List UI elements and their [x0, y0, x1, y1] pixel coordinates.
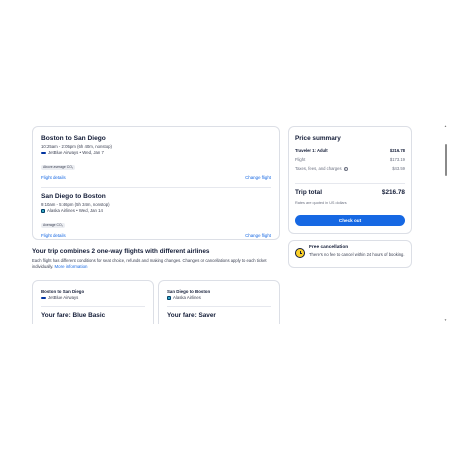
traveler-row: Traveler 1: Adult $216.78	[295, 148, 405, 153]
more-information-link[interactable]: More information	[55, 264, 88, 269]
trip-total-value: $216.78	[381, 189, 405, 196]
fare-route: San Diego to Boston	[167, 289, 211, 294]
flight-price-value: $173.19	[389, 157, 405, 162]
alaska-logo-icon	[167, 295, 171, 300]
taxes-label: Taxes, fees, and charges	[295, 166, 342, 171]
traveler-label: Traveler 1: Adult	[295, 148, 328, 153]
cancellation-description: There's no fee to cancel within 24 hours…	[309, 252, 405, 257]
outbound-leg: Boston to San Diego 10:25am - 2:05pm (6h…	[41, 135, 271, 180]
traveler-value: $216.78	[389, 148, 405, 153]
leg-route: Boston to San Diego	[41, 135, 106, 142]
fare-card: Boston to San Diego JetBlue Airways Your…	[32, 280, 154, 324]
fare-name: Your fare: Blue Basic	[41, 312, 106, 319]
trip-total-row: Trip total $216.78	[295, 189, 405, 196]
info-icon[interactable]: i	[343, 167, 348, 171]
leg-airline-row: Alaska Airlines • Wed, Jan 14	[41, 208, 271, 213]
flight-details-link[interactable]: Flight details	[41, 175, 66, 180]
taxes-row: Taxes, fees, and charges i $43.59	[295, 166, 405, 171]
fare-name: Your fare: Saver	[167, 312, 216, 319]
checkout-page: Boston to San Diego 10:25am - 2:05pm (6h…	[30, 122, 422, 324]
currency-note: Rates are quoted in US dollars	[295, 201, 347, 205]
taxes-label-group: Taxes, fees, and charges i	[295, 166, 348, 171]
combo-title: Your trip combines 2 one-way flights wit…	[32, 248, 210, 255]
leg-airline-date: Alaska Airlines • Wed, Jan 14	[47, 208, 103, 213]
co2-badge: Above average CO₂	[41, 164, 76, 170]
leg-times: 10:25am - 2:05pm (6h 40m, nonstop)	[41, 144, 112, 149]
trip-total-label: Trip total	[295, 189, 322, 196]
alaska-logo-icon	[41, 208, 45, 213]
taxes-value: $43.59	[392, 166, 405, 171]
scroll-up-arrow-icon[interactable]: ▲	[444, 124, 447, 128]
jetblue-logo-icon	[41, 151, 46, 154]
fare-airline: JetBlue Airways	[48, 295, 79, 300]
fare-route: Boston to San Diego	[41, 289, 85, 294]
scrollbar-thumb[interactable]	[445, 144, 447, 176]
jetblue-logo-icon	[41, 296, 46, 299]
vertical-scrollbar[interactable]: ▲ ▼	[444, 124, 448, 324]
flights-card: Boston to San Diego 10:25am - 2:05pm (6h…	[32, 126, 280, 240]
leg-divider	[41, 187, 271, 188]
return-leg: San Diego to Boston 9:10am - 5:46pm (5h …	[41, 193, 271, 238]
fare-divider	[167, 306, 271, 307]
leg-actions: Flight details Change flight	[41, 175, 271, 180]
co2-badge: Average CO₂	[41, 222, 65, 228]
cancellation-title: Free cancellation	[309, 245, 349, 250]
fare-airline-row: JetBlue Airways	[41, 295, 145, 300]
fare-airline: Alaska Airlines	[173, 295, 201, 300]
free-cancellation-card: Free cancellation There's no fee to canc…	[288, 240, 412, 268]
leg-actions: Flight details Change flight	[41, 233, 271, 238]
clock-icon	[295, 248, 305, 258]
leg-airline-row: JetBlue Airways • Wed, Jan 7	[41, 150, 271, 155]
fare-card: San Diego to Boston Alaska Airlines Your…	[158, 280, 280, 324]
price-divider	[295, 183, 405, 184]
leg-route: San Diego to Boston	[41, 193, 106, 200]
combo-description: Each flight has different conditions for…	[32, 258, 280, 269]
leg-times: 9:10am - 5:46pm (5h 34m, nonstop)	[41, 202, 110, 207]
scroll-down-arrow-icon[interactable]: ▼	[444, 318, 447, 322]
flight-details-link[interactable]: Flight details	[41, 233, 66, 238]
fare-card-content: Boston to San Diego JetBlue Airways Your…	[41, 289, 145, 319]
change-flight-link[interactable]: Change flight	[245, 233, 271, 238]
leg-airline-date: JetBlue Airways • Wed, Jan 7	[48, 150, 104, 155]
change-flight-link[interactable]: Change flight	[245, 175, 271, 180]
price-summary-title: Price summary	[295, 135, 341, 142]
fare-card-content: San Diego to Boston Alaska Airlines Your…	[167, 289, 271, 319]
flight-price-label: Flight	[295, 157, 306, 162]
price-summary-card: Price summary Traveler 1: Adult $216.78 …	[288, 126, 412, 234]
fare-airline-row: Alaska Airlines	[167, 295, 271, 300]
flight-price-row: Flight $173.19	[295, 157, 405, 162]
check-out-button[interactable]: Check out	[295, 215, 405, 226]
fare-divider	[41, 306, 145, 307]
